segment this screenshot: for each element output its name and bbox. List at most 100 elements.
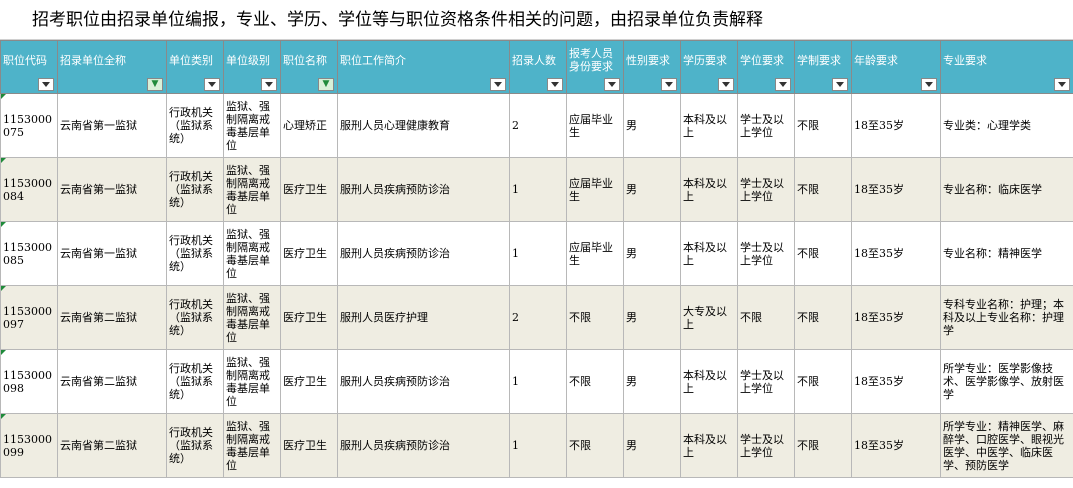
table-cell[interactable]: 男 [623,221,681,286]
table-cell[interactable]: 2 [509,285,567,350]
table-cell[interactable]: 监狱、强制隔离戒毒基层单位 [223,157,281,222]
table-cell[interactable]: 不限 [794,157,852,222]
table-cell[interactable]: 不限 [794,285,852,350]
table-cell[interactable]: 云南省第一监狱 [57,221,167,286]
table-cell[interactable]: 学士及以上学位 [737,413,795,478]
table-cell[interactable]: 医疗卫生 [280,349,338,414]
table-cell[interactable]: 本科及以上 [680,157,738,222]
table-cell[interactable]: 服刑人员疾病预防诊治 [337,349,510,414]
table-cell[interactable]: 男 [623,285,681,350]
filter-dropdown-button[interactable] [921,78,937,91]
table-cell[interactable]: 18至35岁 [851,221,941,286]
table-cell[interactable]: 18至35岁 [851,93,941,158]
table-cell[interactable]: 监狱、强制隔离戒毒基层单位 [223,93,281,158]
table-cell[interactable]: 大专及以上 [680,285,738,350]
filter-dropdown-button[interactable] [718,78,734,91]
filter-dropdown-button[interactable] [204,78,220,91]
table-cell[interactable]: 男 [623,413,681,478]
table-cell[interactable]: 本科及以上 [680,221,738,286]
table-cell[interactable]: 服刑人员医疗护理 [337,285,510,350]
table-cell[interactable]: 2 [509,93,567,158]
table-cell[interactable]: 专业名称：精神医学 [940,221,1073,286]
table-cell[interactable]: 医疗卫生 [280,157,338,222]
table-cell[interactable]: 监狱、强制隔离戒毒基层单位 [223,285,281,350]
table-cell[interactable]: 行政机关（监狱系统） [166,221,224,286]
table-cell[interactable]: 医疗卫生 [280,413,338,478]
table-cell[interactable]: 云南省第一监狱 [57,157,167,222]
filter-dropdown-button[interactable] [261,78,277,91]
table-cell[interactable]: 18至35岁 [851,285,941,350]
table-cell[interactable]: 行政机关（监狱系统） [166,349,224,414]
table-cell[interactable]: 1153000085 [0,221,58,286]
table-cell[interactable]: 应届毕业生 [566,221,624,286]
table-cell[interactable]: 行政机关（监狱系统） [166,157,224,222]
table-cell[interactable]: 专科专业名称：护理；本科及以上专业名称：护理学 [940,285,1073,350]
table-cell[interactable]: 1 [509,157,567,222]
filter-dropdown-button[interactable] [604,78,620,91]
table-cell[interactable]: 1153000075 [0,93,58,158]
table-cell[interactable]: 不限 [566,285,624,350]
table-cell[interactable]: 服刑人员疾病预防诊治 [337,157,510,222]
table-cell[interactable]: 1 [509,221,567,286]
filter-active-button[interactable]: ▼ [318,78,334,91]
cell-text: 男 [626,439,637,452]
table-cell[interactable]: 男 [623,157,681,222]
table-cell[interactable]: 监狱、强制隔离戒毒基层单位 [223,413,281,478]
table-cell[interactable]: 心理矫正 [280,93,338,158]
filter-dropdown-button[interactable] [38,78,54,91]
filter-active-button[interactable]: ▼ [147,78,163,91]
table-cell[interactable]: 1153000099 [0,413,58,478]
table-cell[interactable]: 18至35岁 [851,157,941,222]
table-cell[interactable]: 18至35岁 [851,349,941,414]
table-cell[interactable]: 1153000098 [0,349,58,414]
filter-dropdown-button[interactable] [832,78,848,91]
filter-dropdown-button[interactable] [661,78,677,91]
filter-dropdown-button[interactable] [775,78,791,91]
table-cell[interactable]: 本科及以上 [680,93,738,158]
table-cell[interactable]: 行政机关（监狱系统） [166,413,224,478]
table-cell[interactable]: 不限 [737,285,795,350]
table-cell[interactable]: 不限 [794,93,852,158]
table-cell[interactable]: 行政机关（监狱系统） [166,285,224,350]
table-cell[interactable]: 监狱、强制隔离戒毒基层单位 [223,349,281,414]
table-cell[interactable]: 医疗卫生 [280,285,338,350]
table-cell[interactable]: 学士及以上学位 [737,349,795,414]
table-cell[interactable]: 本科及以上 [680,413,738,478]
cell-text: 云南省第一监狱 [60,183,137,196]
table-cell[interactable]: 应届毕业生 [566,157,624,222]
table-cell[interactable]: 男 [623,349,681,414]
table-cell[interactable]: 云南省第一监狱 [57,93,167,158]
table-cell[interactable]: 不限 [794,349,852,414]
table-cell[interactable]: 不限 [566,349,624,414]
table-cell[interactable]: 所学专业：医学影像技术、医学影像学、放射医学 [940,349,1073,414]
filter-dropdown-button[interactable] [490,78,506,91]
table-cell[interactable]: 1153000097 [0,285,58,350]
table-cell[interactable]: 学士及以上学位 [737,93,795,158]
table-cell[interactable]: 云南省第二监狱 [57,413,167,478]
table-cell[interactable]: 专业名称：临床医学 [940,157,1073,222]
table-cell[interactable]: 学士及以上学位 [737,157,795,222]
table-cell[interactable]: 本科及以上 [680,349,738,414]
table-cell[interactable]: 不限 [566,413,624,478]
table-cell[interactable]: 服刑人员疾病预防诊治 [337,221,510,286]
table-cell[interactable]: 1 [509,413,567,478]
table-cell[interactable]: 男 [623,93,681,158]
filter-dropdown-button[interactable] [547,78,563,91]
table-cell[interactable]: 学士及以上学位 [737,221,795,286]
table-cell[interactable]: 监狱、强制隔离戒毒基层单位 [223,221,281,286]
filter-dropdown-button[interactable] [1054,78,1070,91]
table-cell[interactable]: 专业类：心理学类 [940,93,1073,158]
table-cell[interactable]: 云南省第二监狱 [57,349,167,414]
table-cell[interactable]: 1 [509,349,567,414]
table-cell[interactable]: 服刑人员疾病预防诊治 [337,413,510,478]
table-cell[interactable]: 不限 [794,221,852,286]
table-cell[interactable]: 不限 [794,413,852,478]
table-cell[interactable]: 医疗卫生 [280,221,338,286]
table-cell[interactable]: 服刑人员心理健康教育 [337,93,510,158]
table-cell[interactable]: 1153000084 [0,157,58,222]
table-cell[interactable]: 18至35岁 [851,413,941,478]
table-cell[interactable]: 所学专业：精神医学、麻醉学、口腔医学、眼视光医学、中医学、临床医学、预防医学 [940,413,1073,478]
table-cell[interactable]: 云南省第二监狱 [57,285,167,350]
table-cell[interactable]: 应届毕业生 [566,93,624,158]
table-cell[interactable]: 行政机关（监狱系统） [166,93,224,158]
